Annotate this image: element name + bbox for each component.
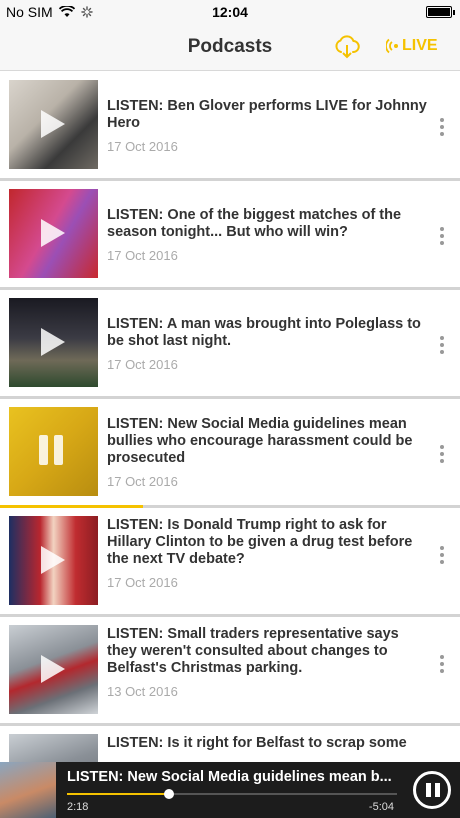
now-playing-title[interactable]: LISTEN: New Social Media guidelines mean…: [67, 769, 397, 785]
episode-title[interactable]: LISTEN: A man was brought into Poleglass…: [107, 316, 427, 350]
episode-thumbnail[interactable]: [9, 189, 98, 278]
clock: 12:04: [212, 4, 248, 20]
remaining-time: -5:04: [368, 801, 394, 813]
playback-progress: [67, 793, 170, 795]
podcast-list[interactable]: LISTEN: Ben Glover performs LIVE for Joh…: [0, 72, 460, 762]
episode-date: 17 Oct 2016: [107, 575, 178, 590]
live-button[interactable]: LIVE: [386, 37, 438, 55]
list-item[interactable]: LISTEN: Small traders representative say…: [0, 617, 460, 726]
now-playing-thumbnail[interactable]: [0, 762, 56, 818]
live-label: LIVE: [402, 37, 438, 54]
episode-thumbnail[interactable]: [9, 407, 98, 496]
broadcast-icon: [386, 38, 398, 54]
episode-thumbnail[interactable]: [9, 625, 98, 714]
more-options-icon[interactable]: [440, 336, 446, 356]
list-item[interactable]: LISTEN: Is Donald Trump right to ask for…: [0, 508, 460, 617]
battery-icon: [426, 6, 455, 18]
playback-scrubber[interactable]: [67, 789, 397, 799]
episode-title[interactable]: LISTEN: Small traders representative say…: [107, 626, 427, 677]
list-item[interactable]: LISTEN: New Social Media guidelines mean…: [0, 399, 460, 508]
more-options-icon[interactable]: [440, 227, 446, 247]
episode-thumbnail[interactable]: [9, 298, 98, 387]
list-item[interactable]: LISTEN: A man was brought into Poleglass…: [0, 290, 460, 399]
episode-title[interactable]: LISTEN: One of the biggest matches of th…: [107, 207, 427, 241]
now-playing-bar[interactable]: LISTEN: New Social Media guidelines mean…: [0, 762, 460, 818]
episode-title[interactable]: LISTEN: Is Donald Trump right to ask for…: [107, 517, 427, 568]
episode-date: 17 Oct 2016: [107, 139, 178, 154]
episode-thumbnail[interactable]: [9, 734, 98, 762]
play-icon[interactable]: [41, 546, 65, 574]
more-options-icon[interactable]: [440, 118, 446, 138]
status-bar: No SIM 12:04: [0, 0, 460, 24]
nav-bar: Podcasts LIVE: [0, 24, 460, 71]
episode-title[interactable]: LISTEN: Is it right for Belfast to scrap…: [107, 735, 427, 752]
episode-date: 13 Oct 2016: [107, 684, 178, 699]
more-options-icon[interactable]: [440, 655, 446, 675]
list-item[interactable]: LISTEN: Ben Glover performs LIVE for Joh…: [0, 72, 460, 181]
pause-icon: [426, 783, 431, 797]
episode-date: 17 Oct 2016: [107, 474, 178, 489]
pause-button[interactable]: [413, 771, 451, 809]
episode-title[interactable]: LISTEN: New Social Media guidelines mean…: [107, 416, 427, 467]
elapsed-time: 2:18: [67, 801, 89, 813]
more-options-icon[interactable]: [440, 445, 446, 465]
scrubber-knob[interactable]: [164, 789, 175, 799]
download-icon[interactable]: [334, 34, 360, 60]
list-item[interactable]: LISTEN: Is it right for Belfast to scrap…: [0, 726, 460, 762]
episode-title[interactable]: LISTEN: Ben Glover performs LIVE for Joh…: [107, 98, 427, 132]
pause-icon[interactable]: [39, 435, 67, 465]
episode-thumbnail[interactable]: [9, 80, 98, 169]
more-options-icon[interactable]: [440, 546, 446, 566]
episode-thumbnail[interactable]: [9, 516, 98, 605]
episode-date: 17 Oct 2016: [107, 357, 178, 372]
list-item[interactable]: LISTEN: One of the biggest matches of th…: [0, 181, 460, 290]
play-icon[interactable]: [41, 655, 65, 683]
episode-date: 17 Oct 2016: [107, 248, 178, 263]
play-icon[interactable]: [41, 219, 65, 247]
play-icon[interactable]: [41, 110, 65, 138]
play-icon[interactable]: [41, 328, 65, 356]
